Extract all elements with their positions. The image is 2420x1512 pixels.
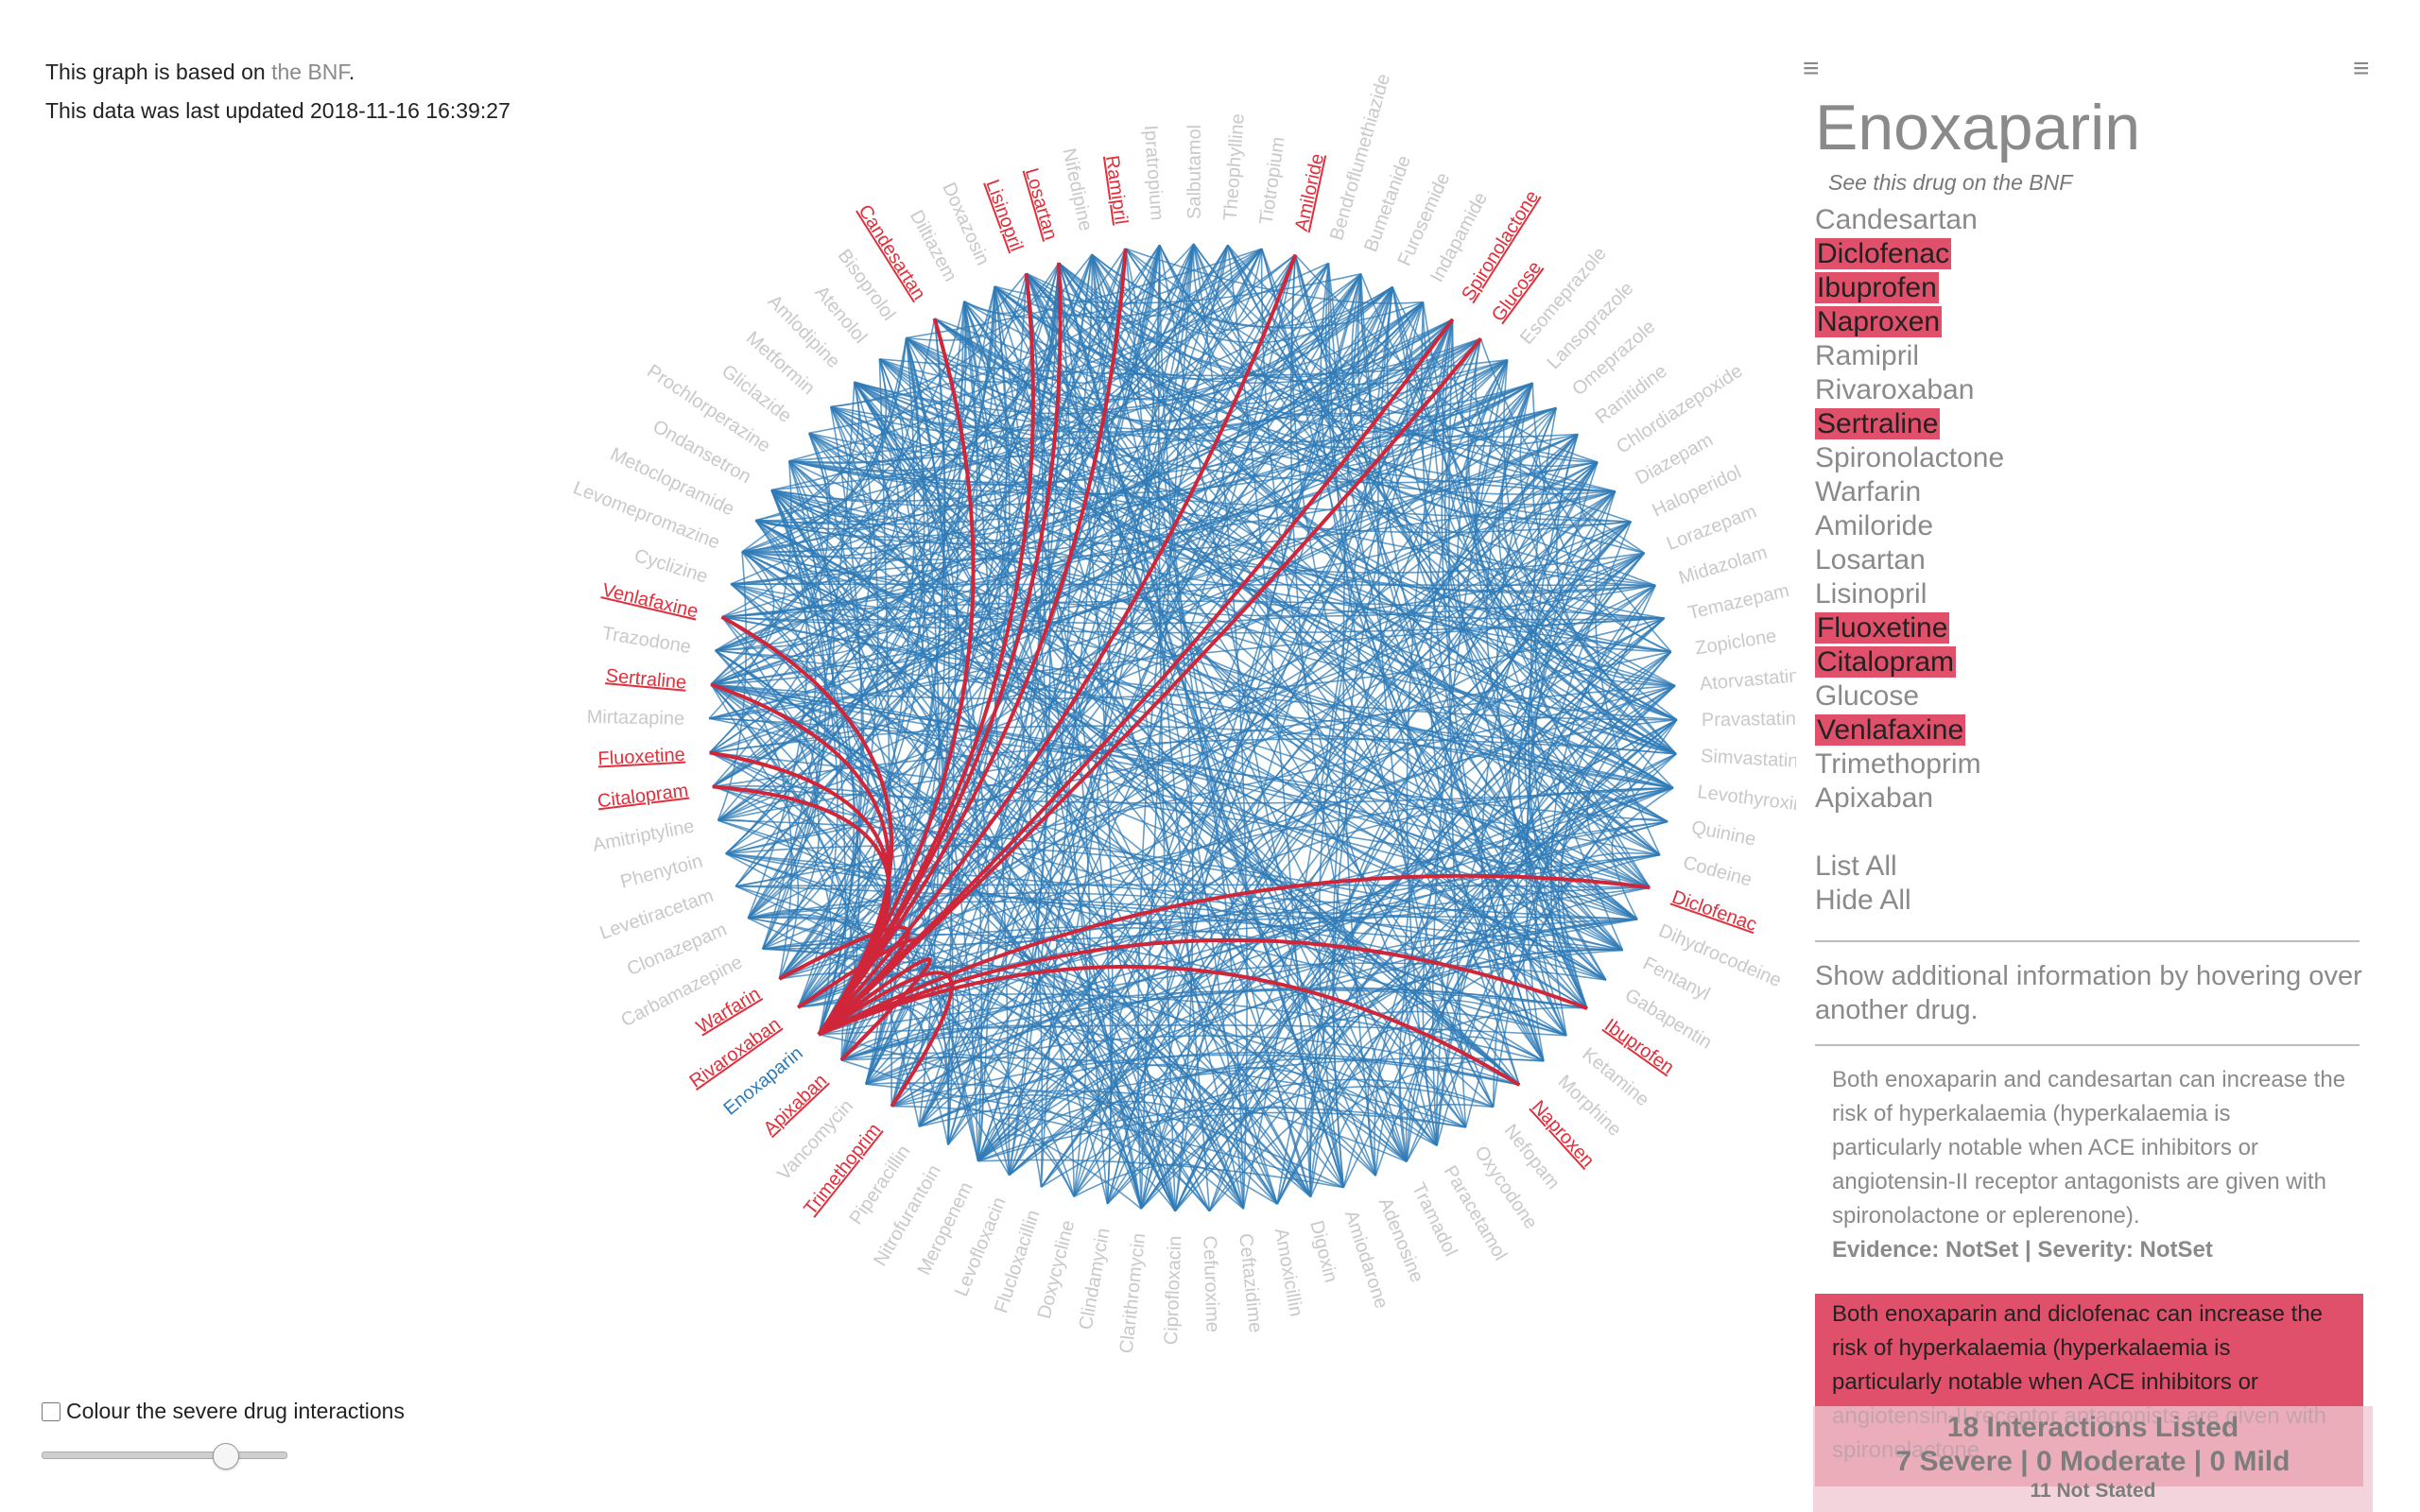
severe-colour-checkbox[interactable] (42, 1401, 60, 1421)
drug-label[interactable]: Ipratropium (1140, 125, 1167, 221)
drug-interaction-graph[interactable]: Ipratropium Salbutamol Theophylline Tiotrop… (0, 0, 1796, 1512)
interacting-drug-item[interactable]: Trimethoprim (1815, 747, 2363, 782)
drug-label[interactable]: Digoxin (1305, 1218, 1341, 1284)
divider (1815, 940, 2360, 942)
drug-label[interactable]: Pravastatin (1702, 709, 1796, 731)
interaction-detail: Both enoxaparin and candesartan can incr… (1815, 1046, 2363, 1280)
interacting-drug-name: Diclofenac (1815, 238, 1952, 269)
drug-label[interactable]: Mirtazapine (586, 707, 684, 730)
interacting-drug-name: Sertraline (1815, 408, 1941, 439)
interacting-drug-item[interactable]: Rivaroxaban (1815, 373, 2363, 407)
interacting-drug-name: Trimethoprim (1815, 748, 1981, 780)
interacting-drug-name: Losartan (1815, 544, 1926, 576)
interacting-drug-item[interactable]: Spironolactone (1815, 441, 2363, 475)
interacting-drug-name: Lisinopril (1815, 578, 1927, 610)
interacting-drug-name: Naproxen (1815, 306, 1943, 337)
interacting-drug-item[interactable]: Naproxen (1815, 305, 2363, 339)
interacting-drug-name: Venlafaxine (1815, 714, 1966, 746)
drug-label[interactable]: Nifedipine (1058, 146, 1096, 233)
severe-toggle[interactable]: Colour the severe drug interactions (42, 1399, 405, 1424)
interacting-drug-name: Warfarin (1815, 476, 1922, 507)
interacting-drug-item[interactable]: Losartan (1815, 543, 2363, 577)
interaction-summary: 18 Interactions Listed 7 Severe | 0 Mode… (1813, 1406, 2373, 1512)
interacting-drug-name: Amiloride (1815, 510, 1934, 541)
interacting-drug-name: Spironolactone (1815, 442, 2005, 473)
drug-label[interactable]: Prochlorperazine (643, 361, 773, 457)
interacting-drug-name: Ibuprofen (1815, 272, 1939, 303)
drug-label[interactable]: Midazolam (1676, 542, 1770, 589)
interacting-drug-item[interactable]: Citalopram (1815, 645, 2363, 679)
menu-icon[interactable]: ≡ (1803, 55, 1820, 83)
interacting-drug-list: Candesartan Diclofenac Ibuprofen Naproxen Ra… (1815, 203, 2363, 816)
selected-drug-title: Enoxaparin (1815, 92, 2141, 163)
drug-label[interactable]: Citalopram (596, 781, 690, 813)
hover-hint: Show additional information by hovering … (1815, 961, 2362, 1025)
drug-label[interactable]: Clindamycin (1076, 1227, 1115, 1332)
drug-label[interactable]: Theophylline (1220, 113, 1249, 222)
hide-all-button[interactable]: Hide All (1815, 884, 2363, 918)
list-actions: List All Hide All (1815, 850, 2363, 918)
interacting-drug-item[interactable]: Fluoxetine (1815, 611, 2363, 645)
drug-label[interactable]: Codeine (1681, 852, 1754, 891)
slider-thumb[interactable] (213, 1443, 239, 1469)
interacting-drug-name: Fluoxetine (1815, 612, 1950, 644)
drug-label[interactable]: Ramipril (1101, 154, 1132, 226)
drug-label[interactable]: Amoxicillin (1270, 1227, 1306, 1318)
drug-label[interactable]: Tiotropium (1256, 135, 1289, 226)
interaction-evidence: Evidence: NotSet | Severity: NotSet (1832, 1237, 2213, 1263)
drug-label[interactable]: Sertraline (605, 665, 687, 694)
interacting-drug-item[interactable]: Venlafaxine (1815, 713, 2363, 747)
bundle-tension-slider[interactable] (42, 1443, 287, 1469)
drug-label[interactable]: Ciprofloxacin (1161, 1235, 1185, 1345)
drug-label[interactable]: Clarithromycin (1116, 1232, 1150, 1354)
drug-label[interactable]: Cyclizine (631, 545, 710, 588)
interacting-drug-item[interactable]: Sertraline (1815, 407, 2363, 441)
interacting-drug-item[interactable]: Amiloride (1815, 509, 2363, 543)
summary-not-stated: 11 Not Stated (2030, 1480, 2156, 1502)
interacting-drug-item[interactable]: Lisinopril (1815, 577, 2363, 611)
drug-detail-panel: Enoxaparin See this drug on the BNF Cand… (1815, 91, 2363, 1512)
drug-label[interactable]: Levothyroxine (1696, 782, 1796, 816)
interacting-drug-name: Rivaroxaban (1815, 374, 1975, 405)
interacting-drug-item[interactable]: Ibuprofen (1815, 271, 2363, 305)
interacting-drug-name: Candesartan (1815, 204, 1978, 235)
drug-label[interactable]: Doxycycline (1034, 1218, 1080, 1321)
interacting-drug-name: Apixaban (1815, 782, 1934, 814)
interacting-drug-item[interactable]: Candesartan (1815, 203, 2363, 237)
interacting-drug-name: Citalopram (1815, 646, 1957, 678)
drug-label[interactable]: Quinine (1689, 817, 1757, 850)
summary-breakdown: 7 Severe | 0 Moderate | 0 Mild (1895, 1446, 2290, 1477)
drug-label[interactable]: Salbutamol (1184, 125, 1205, 219)
interaction-text: Both enoxaparin and candesartan can incr… (1832, 1067, 2346, 1228)
drug-label[interactable]: Trazodone (600, 623, 692, 658)
drug-label[interactable]: Amiloride (1291, 152, 1328, 233)
slider-track (42, 1452, 287, 1459)
drug-label[interactable]: Losartan (1021, 166, 1062, 243)
interacting-drug-item[interactable]: Diclofenac (1815, 237, 2363, 271)
drug-label[interactable]: Amitriptyline (591, 816, 696, 855)
interacting-drug-name: Glucose (1815, 680, 1920, 712)
drug-label[interactable]: Ceftazidime (1235, 1232, 1266, 1333)
interacting-drug-name: Ramipril (1815, 340, 1920, 371)
drug-label[interactable]: Cefuroxime (1199, 1235, 1222, 1332)
interacting-drug-item[interactable]: Ramipril (1815, 339, 2363, 373)
drug-label[interactable]: Fluoxetine (597, 745, 685, 770)
drug-label[interactable]: Lisinopril (981, 177, 1027, 254)
drug-label[interactable]: Venlafaxine (600, 579, 700, 622)
drug-label[interactable]: Temazepam (1686, 580, 1791, 624)
drug-label[interactable]: Zopiclone (1694, 626, 1778, 659)
interacting-drug-item[interactable]: Apixaban (1815, 782, 2363, 816)
interacting-drug-item[interactable]: Glucose (1815, 679, 2363, 713)
summary-listed: 18 Interactions Listed (1946, 1412, 2239, 1443)
panel-menu-icon[interactable]: ≡ (2353, 55, 2370, 83)
interacting-drug-item[interactable]: Warfarin (1815, 475, 2363, 509)
list-all-button[interactable]: List All (1815, 850, 2363, 884)
drug-label[interactable]: Simvastatin (1701, 746, 1796, 772)
drug-label[interactable]: Atorvastatin (1699, 665, 1796, 695)
bnf-drug-link[interactable]: See this drug on the BNF (1828, 170, 2363, 196)
drug-label[interactable]: Phenytoin (618, 850, 705, 892)
severe-colour-label: Colour the severe drug interactions (66, 1399, 405, 1423)
